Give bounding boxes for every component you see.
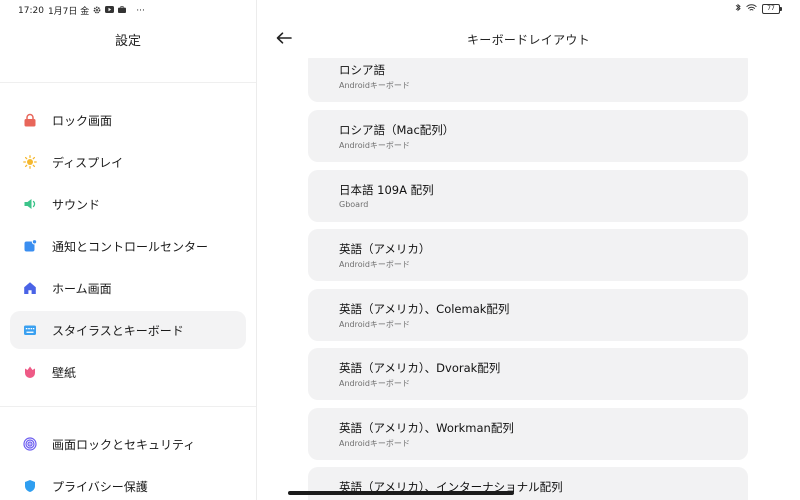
layout-item[interactable]: ロシア語 Androidキーボード: [308, 58, 748, 102]
fingerprint-icon: [22, 436, 38, 452]
tulip-icon: [22, 364, 38, 380]
sidebar-item-wallpaper[interactable]: 壁紙: [10, 353, 246, 391]
home-icon: [22, 280, 38, 296]
status-left: 17:20 1月7日 金 ···: [18, 4, 145, 18]
divider: [0, 82, 256, 83]
sidebar-title: 設定: [114, 34, 141, 49]
sidebar-item-label: 通知とコントロールセンター: [52, 239, 209, 254]
layout-title: 英語（アメリカ）: [339, 242, 431, 256]
sidebar-item-label: ロック画面: [52, 113, 113, 128]
layout-list[interactable]: ロシア語 Androidキーボード ロシア語（Mac配列） Androidキーボ…: [257, 58, 800, 500]
sidebar-item-privacy[interactable]: プライバシー保護: [10, 467, 246, 500]
status-more: ···: [136, 5, 145, 16]
status-right: 77: [735, 3, 782, 15]
layout-subtitle: Androidキーボード: [339, 81, 410, 90]
notification-icon: [22, 238, 38, 254]
sidebar-item-label: 画面ロックとセキュリティ: [52, 437, 196, 452]
layout-item[interactable]: ロシア語（Mac配列） Androidキーボード: [308, 110, 748, 162]
layout-item[interactable]: 英語（アメリカ）、Dvorak配列 Androidキーボード: [308, 348, 748, 400]
briefcase-icon: [118, 6, 127, 15]
status-bar: 17:20 1月7日 金 ··· 77: [0, 0, 800, 18]
layout-item[interactable]: 英語（アメリカ） Androidキーボード: [308, 229, 748, 281]
layout-subtitle: Gboard: [339, 200, 369, 209]
sidebar-item-notifications[interactable]: 通知とコントロールセンター: [10, 227, 246, 265]
sidebar-item-stylus-keyboard[interactable]: スタイラスとキーボード: [10, 311, 246, 349]
layout-title: 英語（アメリカ）、Colemak配列: [339, 302, 510, 316]
layout-item[interactable]: 日本語 109A 配列 Gboard: [308, 170, 748, 222]
layout-subtitle: Androidキーボード: [339, 439, 410, 448]
wifi-icon: [746, 3, 757, 15]
layout-title: ロシア語（Mac配列）: [339, 123, 455, 137]
layout-title: 日本語 109A 配列: [339, 183, 434, 197]
sidebar-item-label: プライバシー保護: [52, 479, 148, 494]
divider: [0, 406, 256, 407]
battery-level: 77: [767, 5, 775, 12]
layout-title: 英語（アメリカ）、Workman配列: [339, 421, 514, 435]
sidebar-item-home-screen[interactable]: ホーム画面: [10, 269, 246, 307]
keyboard-icon: [22, 322, 38, 338]
layout-subtitle: Androidキーボード: [339, 379, 410, 388]
sidebar-item-label: 壁紙: [52, 365, 77, 380]
layout-item[interactable]: 英語（アメリカ）、Workman配列 Androidキーボード: [308, 408, 748, 460]
bluetooth-icon: [735, 3, 741, 15]
sidebar-item-label: スタイラスとキーボード: [52, 323, 184, 338]
layout-subtitle: Androidキーボード: [339, 141, 410, 150]
battery-icon: 77: [762, 4, 782, 14]
lock-icon: [22, 112, 38, 128]
speaker-icon: [22, 196, 38, 212]
layout-title: ロシア語: [339, 63, 385, 77]
layout-title: 英語（アメリカ）、Dvorak配列: [339, 361, 501, 375]
layout-item[interactable]: 英語（アメリカ）、インターナショナル配列: [308, 467, 748, 500]
sidebar-item-display[interactable]: ディスプレイ: [10, 143, 246, 181]
status-date: 1月7日 金: [47, 7, 90, 17]
settings-sidebar: 設定 ロック画面 ディスプレイ サウンド 通知とコントロールセンター ホーム画面…: [0, 0, 257, 500]
gear-icon: [93, 6, 101, 16]
shield-icon: [22, 478, 38, 494]
youtube-icon: [105, 6, 115, 15]
sidebar-item-sound[interactable]: サウンド: [10, 185, 246, 223]
status-time: 17:20: [18, 5, 44, 16]
sidebar-item-screen-lock-security[interactable]: 画面ロックとセキュリティ: [10, 425, 246, 463]
layout-item[interactable]: 英語（アメリカ）、Colemak配列 Androidキーボード: [308, 289, 748, 341]
sidebar-item-lock-screen[interactable]: ロック画面: [10, 101, 246, 139]
keyboard-layout-pane: キーボードレイアウト ロシア語 Androidキーボード ロシア語（Mac配列）…: [257, 0, 800, 500]
home-indicator[interactable]: [288, 491, 514, 495]
sidebar-item-label: サウンド: [52, 197, 101, 212]
sidebar-item-label: ホーム画面: [52, 281, 112, 296]
layout-subtitle: Androidキーボード: [339, 320, 410, 329]
sidebar-item-label: ディスプレイ: [52, 155, 124, 170]
page-title: キーボードレイアウト: [466, 33, 590, 47]
sun-icon: [22, 154, 38, 170]
layout-subtitle: Androidキーボード: [339, 260, 410, 269]
screen: 設定 ロック画面 ディスプレイ サウンド 通知とコントロールセンター ホーム画面…: [0, 0, 800, 500]
